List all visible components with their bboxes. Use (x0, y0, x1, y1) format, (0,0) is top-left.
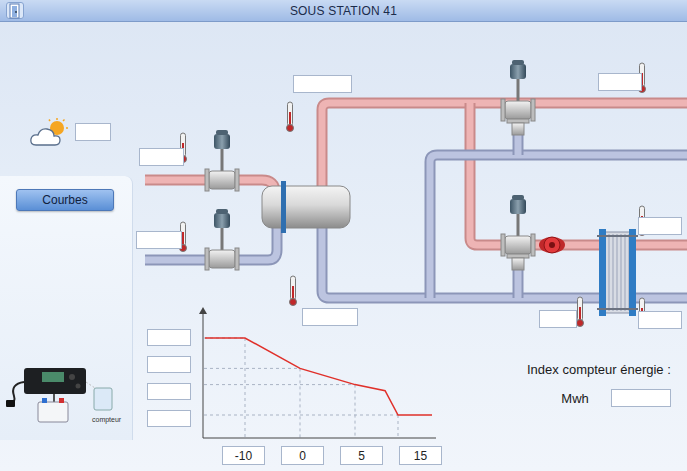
control-valve[interactable] (205, 130, 239, 191)
heat-exchanger (597, 229, 638, 316)
x-tick-label: 15 (399, 446, 442, 465)
axis-arrow-icon (199, 307, 207, 314)
chart-guide (204, 368, 300, 438)
thermometer-icon (577, 297, 584, 327)
temperature-field (598, 73, 642, 91)
chart-guide (204, 415, 398, 438)
hot-pipe (635, 245, 687, 246)
hot-pipe (470, 103, 600, 245)
temperature-field (139, 148, 184, 166)
energy-index-label: Index compteur énergie : (527, 362, 671, 377)
cold-pipe (322, 224, 600, 298)
curves-button[interactable]: Courbes (16, 189, 114, 211)
chart-curve (205, 338, 432, 415)
thermometer-icon (287, 102, 294, 132)
temperature-field (293, 75, 352, 93)
control-valve[interactable] (501, 195, 535, 270)
screen: SOUS STATION 41 Courbes compteur -10 05 15 Ind… (0, 0, 687, 471)
temperature-field (302, 308, 358, 326)
outdoor-temperature-field (75, 123, 111, 141)
y-axis (203, 310, 204, 438)
cold-pipe (430, 155, 687, 298)
heating-curve-chart (195, 305, 440, 445)
chart-y-axis (147, 329, 191, 427)
temperature-field (539, 310, 577, 328)
x-axis (203, 438, 436, 439)
chart-guide (204, 338, 245, 438)
x-tick-label: -10 (222, 446, 265, 465)
tank (262, 181, 350, 233)
chart-x-axis: -10 05 15 (222, 446, 442, 465)
door-icon (8, 3, 22, 19)
meter-label: compteur (92, 416, 121, 423)
chart-guide (204, 385, 355, 438)
side-panel: Courbes (0, 176, 133, 440)
temperature-field (638, 311, 682, 329)
x-tick-label: 0 (281, 446, 324, 465)
y-tick-field (147, 410, 191, 427)
exit-button[interactable] (6, 2, 24, 19)
diagram-canvas: Courbes compteur -10 05 15 Index compteur éne… (0, 22, 687, 471)
control-valve[interactable] (501, 60, 535, 135)
energy-unit: Mwh (561, 391, 588, 406)
temperature-field (136, 231, 182, 249)
thermometer-icon (290, 276, 297, 306)
y-tick-field (147, 383, 191, 400)
energy-index-field (611, 389, 671, 407)
cloud-sun-icon (30, 118, 74, 148)
temperature-field (638, 217, 682, 235)
y-tick-field (147, 329, 191, 346)
window-title: SOUS STATION 41 (290, 4, 397, 18)
control-valve[interactable] (205, 209, 239, 270)
title-bar: SOUS STATION 41 (0, 0, 687, 22)
y-tick-field (147, 356, 191, 373)
energy-meter: compteur (6, 362, 118, 436)
x-tick-label: 5 (340, 446, 383, 465)
energy-index: Index compteur énergie : Mwh (527, 362, 671, 407)
pump-icon[interactable] (539, 237, 565, 253)
